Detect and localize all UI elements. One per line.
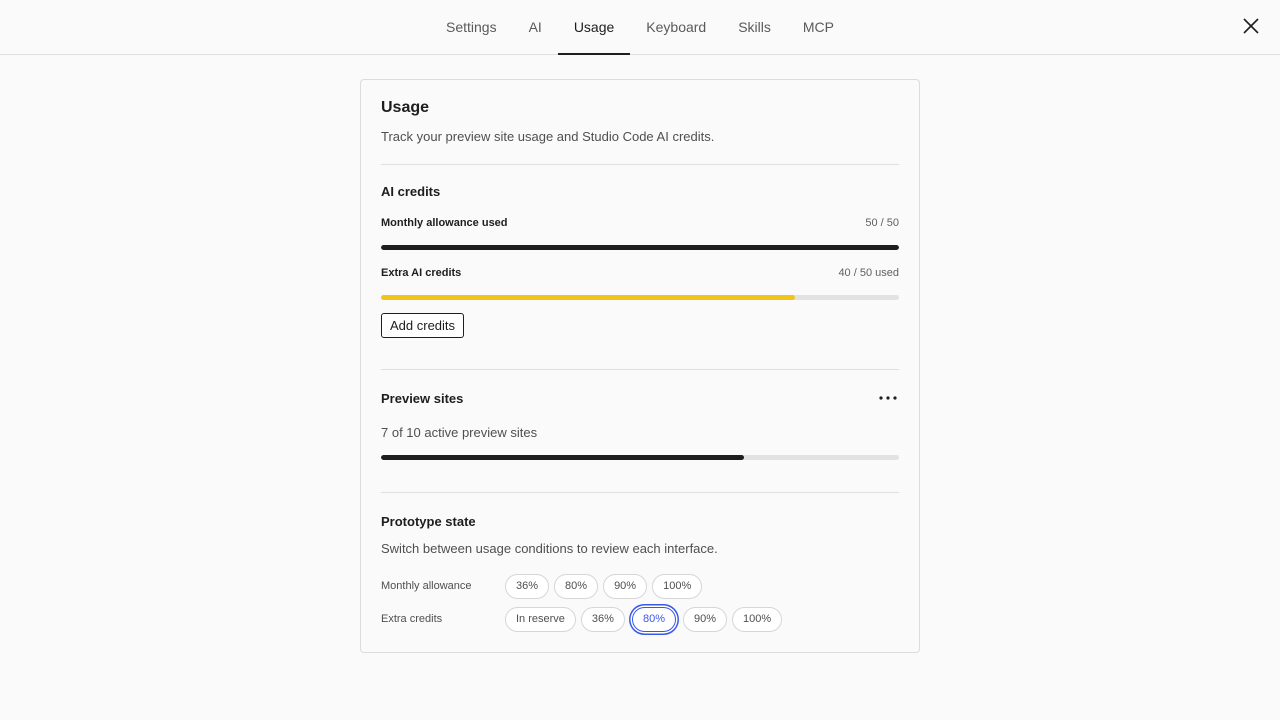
- tab-label: Usage: [573, 19, 615, 35]
- monthly-allowance-label: Monthly allowance used: [381, 217, 508, 229]
- tab-usage[interactable]: Usage: [557, 0, 631, 55]
- extra-credits-option-label: Extra credits: [381, 613, 443, 625]
- preview-sites-summary: 7 of 10 active preview sites: [381, 425, 538, 440]
- monthly-allowance-progress: [381, 245, 899, 250]
- tab-label: MCP: [802, 19, 835, 35]
- monthly-allowance-row: Monthly allowance used 50 / 50: [381, 217, 899, 229]
- more-horizontal-icon: [879, 396, 897, 400]
- more-options-button[interactable]: [877, 387, 899, 409]
- tab-label: Keyboard: [646, 19, 707, 35]
- extra-option-36[interactable]: 36%: [580, 606, 625, 632]
- divider: [381, 164, 899, 165]
- monthly-option-80[interactable]: 80%: [554, 573, 599, 599]
- monthly-allowance-value: 50 / 50: [865, 217, 899, 229]
- close-icon: [1243, 18, 1259, 34]
- tab-label: Settings: [445, 19, 497, 35]
- divider: [381, 369, 899, 370]
- ai-credits-heading: AI credits: [381, 184, 441, 199]
- usage-title: Usage: [381, 99, 430, 116]
- tab-label: Skills: [738, 19, 771, 35]
- prototype-state-description: Switch between usage conditions to revie…: [381, 541, 718, 556]
- extra-option-90[interactable]: 90%: [682, 606, 728, 632]
- extra-option-80[interactable]: 80%: [631, 606, 676, 632]
- preview-sites-progress-fill: [381, 455, 744, 460]
- tab-skills[interactable]: Skills: [722, 0, 787, 54]
- extra-credits-row: Extra AI credits 40 / 50 used: [381, 267, 899, 279]
- close-button[interactable]: [1240, 15, 1262, 37]
- preview-sites-progress: [381, 455, 899, 460]
- extra-credits-progress-fill: [381, 295, 796, 300]
- preview-sites-heading: Preview sites: [381, 391, 464, 406]
- monthly-allowance-options: Monthly allowance 36% 80% 90% 100%: [381, 573, 899, 599]
- monthly-allowance-progress-fill: [381, 245, 899, 250]
- monthly-allowance-option-label: Monthly allowance: [381, 580, 472, 592]
- monthly-option-36[interactable]: 36%: [505, 573, 550, 599]
- extra-option-in-reserve[interactable]: In reserve: [505, 606, 576, 632]
- tab-keyboard[interactable]: Keyboard: [630, 0, 722, 54]
- tab-settings[interactable]: Settings: [430, 0, 513, 54]
- usage-description: Track your preview site usage and Studio…: [381, 129, 715, 144]
- tab-label: AI: [528, 19, 542, 35]
- divider: [381, 492, 899, 493]
- add-credits-button[interactable]: Add credits: [381, 313, 465, 338]
- monthly-option-100[interactable]: 100%: [652, 573, 703, 599]
- prototype-state-heading: Prototype state: [381, 514, 476, 529]
- extra-option-100[interactable]: 100%: [732, 606, 783, 632]
- extra-credits-options: Extra credits In reserve 36% 80% 90% 100…: [381, 606, 899, 632]
- monthly-option-90[interactable]: 90%: [603, 573, 648, 599]
- top-bar: Settings AI Usage Keyboard Skills MCP: [0, 0, 1280, 55]
- tab-mcp[interactable]: MCP: [787, 0, 850, 54]
- tab-ai[interactable]: AI: [513, 0, 558, 54]
- extra-credits-progress: [381, 295, 899, 300]
- extra-credits-value: 40 / 50 used: [838, 267, 899, 279]
- usage-card: Usage Track your preview site usage and …: [360, 79, 920, 653]
- extra-credits-label: Extra AI credits: [381, 267, 462, 279]
- settings-tabs: Settings AI Usage Keyboard Skills MCP: [0, 0, 1280, 55]
